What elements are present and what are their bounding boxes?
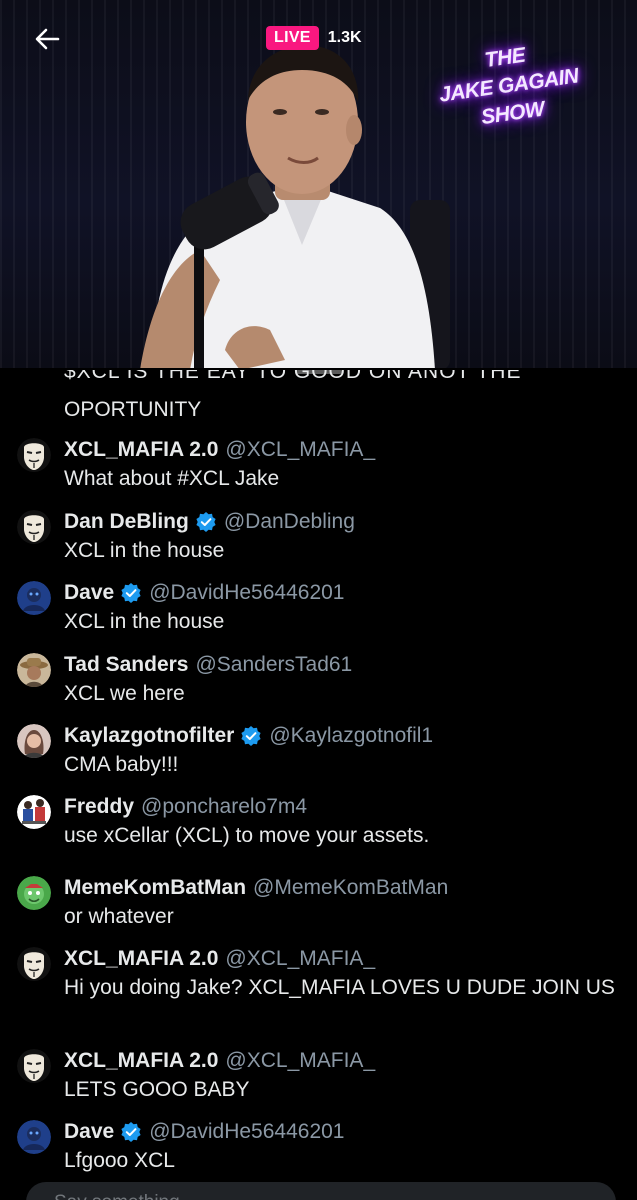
display-name[interactable]: Tad Sanders	[64, 651, 188, 679]
username-handle[interactable]: @DavidHe56446201	[149, 579, 344, 607]
display-name[interactable]: Dave	[64, 1118, 114, 1146]
avatar[interactable]	[17, 510, 51, 544]
message-header: Freddy @poncharelo7m4	[64, 793, 307, 821]
avatar[interactable]	[17, 581, 51, 615]
message-header: Tad Sanders @SandersTad61	[64, 651, 352, 679]
cut-off-message: $XCL IS THE EAY TO GOOD ON ANOT THE	[64, 370, 522, 383]
display-name[interactable]: XCL_MAFIA 2.0	[64, 945, 218, 973]
avatar[interactable]	[17, 724, 51, 758]
display-name[interactable]: Kaylazgotnofilter	[64, 722, 234, 750]
username-handle[interactable]: @poncharelo7m4	[141, 793, 307, 821]
username-handle[interactable]: @XCL_MAFIA_	[225, 1047, 375, 1075]
message-header: Dave @DavidHe56446201	[64, 579, 345, 607]
verified-badge-icon	[120, 582, 142, 604]
chat-input-placeholder: Say something...	[54, 1192, 196, 1200]
chat-input[interactable]: Say something...	[26, 1182, 616, 1200]
avatar[interactable]	[17, 795, 51, 829]
username-handle[interactable]: @DanDebling	[224, 508, 355, 536]
display-name[interactable]: XCL_MAFIA 2.0	[64, 1047, 218, 1075]
message-header: XCL_MAFIA 2.0 @XCL_MAFIA_	[64, 436, 375, 464]
display-name[interactable]: XCL_MAFIA 2.0	[64, 436, 218, 464]
display-name[interactable]: Dave	[64, 579, 114, 607]
viewer-count: 1.3K	[327, 29, 362, 46]
display-name[interactable]: Dan DeBling	[64, 508, 189, 536]
message-text: Hi you doing Jake? XCL_MAFIA LOVES U DUD…	[64, 976, 615, 999]
username-handle[interactable]: @Kaylazgotnofil1	[269, 722, 433, 750]
avatar[interactable]	[17, 438, 51, 472]
verified-badge-icon	[195, 511, 217, 533]
message-header: Kaylazgotnofilter @Kaylazgotnofil1	[64, 722, 433, 750]
message-text: CMA baby!!!	[64, 753, 179, 776]
message-header: Dave @DavidHe56446201	[64, 1118, 345, 1146]
previous-message-text: OPORTUNITY	[64, 398, 202, 421]
message-text: XCL in the house	[64, 610, 225, 633]
live-video[interactable]: THE JAKE GAGAIN SHOW LIVE 1.3K	[0, 0, 637, 368]
message-text: LETS GOOO BABY	[64, 1078, 250, 1101]
message-text: Lfgooo XCL	[64, 1149, 175, 1172]
avatar[interactable]	[17, 947, 51, 981]
verified-badge-icon	[240, 725, 262, 747]
message-text: XCL we here	[64, 682, 185, 705]
message-text: XCL in the house	[64, 539, 225, 562]
message-text: or whatever	[64, 905, 174, 928]
avatar[interactable]	[17, 1120, 51, 1154]
chat-feed[interactable]: $XCL IS THE EAY TO GOOD ON ANOT THE OPOR…	[0, 370, 637, 1180]
username-handle[interactable]: @MemeKomBatMan	[253, 874, 448, 902]
username-handle[interactable]: @XCL_MAFIA_	[225, 945, 375, 973]
message-header: XCL_MAFIA 2.0 @XCL_MAFIA_	[64, 1047, 375, 1075]
message-text: What about #XCL Jake	[64, 467, 280, 490]
back-arrow-icon[interactable]	[32, 24, 62, 54]
live-badge: LIVE	[266, 26, 319, 50]
message-header: XCL_MAFIA 2.0 @XCL_MAFIA_	[64, 945, 375, 973]
username-handle[interactable]: @XCL_MAFIA_	[225, 436, 375, 464]
avatar[interactable]	[17, 876, 51, 910]
message-header: Dan DeBling @DanDebling	[64, 508, 355, 536]
display-name[interactable]: MemeKomBatMan	[64, 874, 246, 902]
verified-badge-icon	[120, 1121, 142, 1143]
avatar[interactable]	[17, 1049, 51, 1083]
avatar[interactable]	[17, 653, 51, 687]
message-text: use xCellar (XCL) to move your assets.	[64, 824, 430, 847]
username-handle[interactable]: @SandersTad61	[195, 651, 352, 679]
live-status: LIVE 1.3K	[266, 26, 362, 50]
username-handle[interactable]: @DavidHe56446201	[149, 1118, 344, 1146]
message-header: MemeKomBatMan @MemeKomBatMan	[64, 874, 448, 902]
display-name[interactable]: Freddy	[64, 793, 134, 821]
